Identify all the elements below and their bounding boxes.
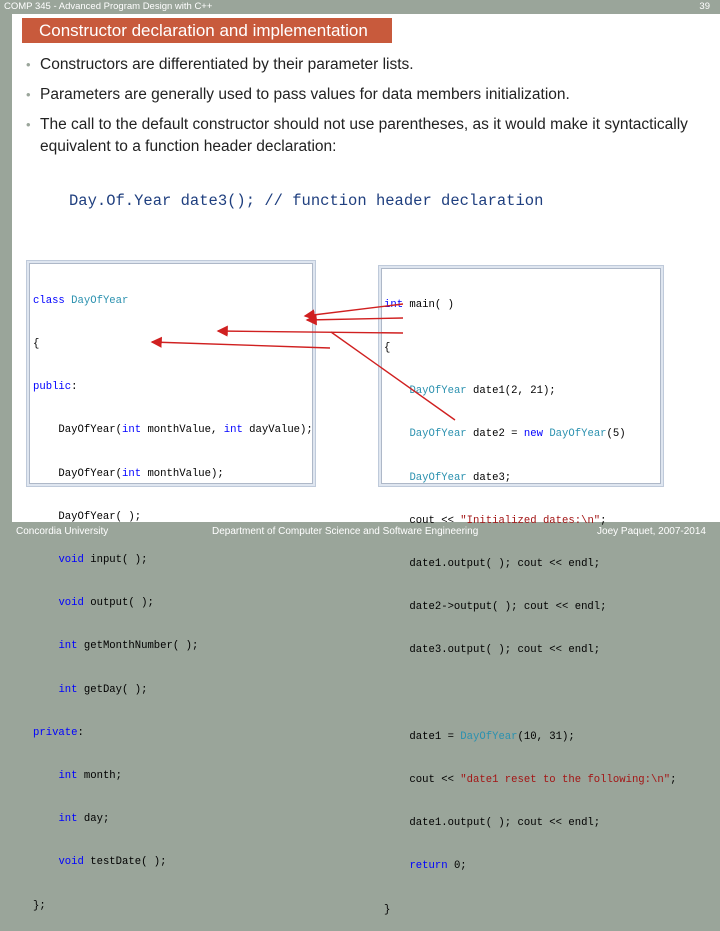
footer-university: Concordia University: [16, 526, 109, 537]
bullet-icon: •: [26, 117, 31, 132]
bullet-list: • Constructors are differentiated by thei…: [26, 54, 706, 166]
code-line: public:: [33, 381, 78, 394]
code-line: void output( );: [58, 597, 154, 610]
code-line: DayOfYear date1(2, 21);: [409, 385, 556, 398]
slide-number: 39: [699, 1, 710, 12]
code-line: date3.output( ); cout << endl;: [384, 644, 601, 657]
code-example: Day.Of.Year date3(); // function header …: [69, 192, 544, 210]
code-line: DayOfYear date3;: [409, 471, 512, 484]
code-line: private:: [33, 726, 84, 739]
bullet-item: • Parameters are generally used to pass v…: [26, 84, 706, 106]
code-line: date1.output( ); cout << endl;: [384, 558, 601, 571]
code-line: int getDay( );: [58, 683, 148, 696]
code-line: date2->output( ); cout << endl;: [384, 601, 607, 614]
code-line: void testDate( );: [58, 856, 167, 869]
code-line: date1.output( ); cout << endl;: [384, 817, 601, 830]
bullet-icon: •: [26, 87, 31, 102]
main-code-panel: int main( ) { DayOfYear date1(2, 21); Da…: [381, 268, 676, 916]
bullet-text: The call to the default constructor shou…: [40, 116, 688, 155]
course-name: COMP 345 - Advanced Program Design with …: [4, 1, 213, 12]
bullet-text: Constructors are differentiated by their…: [40, 56, 414, 73]
code-line: {: [33, 338, 40, 351]
code-line: DayOfYear(int monthValue);: [33, 467, 224, 480]
bullet-item: • The call to the default constructor sho…: [26, 114, 706, 158]
code-line: void input( );: [58, 554, 148, 567]
bullet-icon: •: [26, 57, 31, 72]
footer: Concordia University Department of Compu…: [0, 522, 720, 540]
code-line: };: [33, 899, 46, 912]
code-line: cout << "date1 reset to the following:\n…: [384, 774, 677, 787]
slide-title: Constructor declaration and implementati…: [22, 18, 392, 43]
top-bar: COMP 345 - Advanced Program Design with …: [0, 0, 720, 14]
footer-author: Joey Paquet, 2007-2014: [597, 526, 706, 537]
code-line: {: [384, 342, 391, 355]
code-line: class DayOfYear: [33, 294, 129, 307]
code-line: date1 = DayOfYear(10, 31);: [384, 730, 575, 743]
code-line: DayOfYear(int monthValue, int dayValue);: [33, 424, 313, 437]
code-line: int day;: [58, 813, 110, 826]
code-line: }: [384, 903, 391, 916]
bullet-text: Parameters are generally used to pass va…: [40, 86, 570, 103]
footer-department: Department of Computer Science and Softw…: [212, 526, 479, 537]
code-line: int getMonthNumber( );: [58, 640, 199, 653]
code-line: int main( ): [384, 298, 454, 311]
code-line: DayOfYear date2 = new DayOfYear(5): [409, 428, 626, 441]
bullet-item: • Constructors are differentiated by thei…: [26, 54, 706, 76]
code-line: return 0;: [409, 860, 467, 873]
class-code-panel: class DayOfYear { public: DayOfYear(int …: [29, 263, 313, 912]
code-line: int month;: [58, 770, 123, 783]
